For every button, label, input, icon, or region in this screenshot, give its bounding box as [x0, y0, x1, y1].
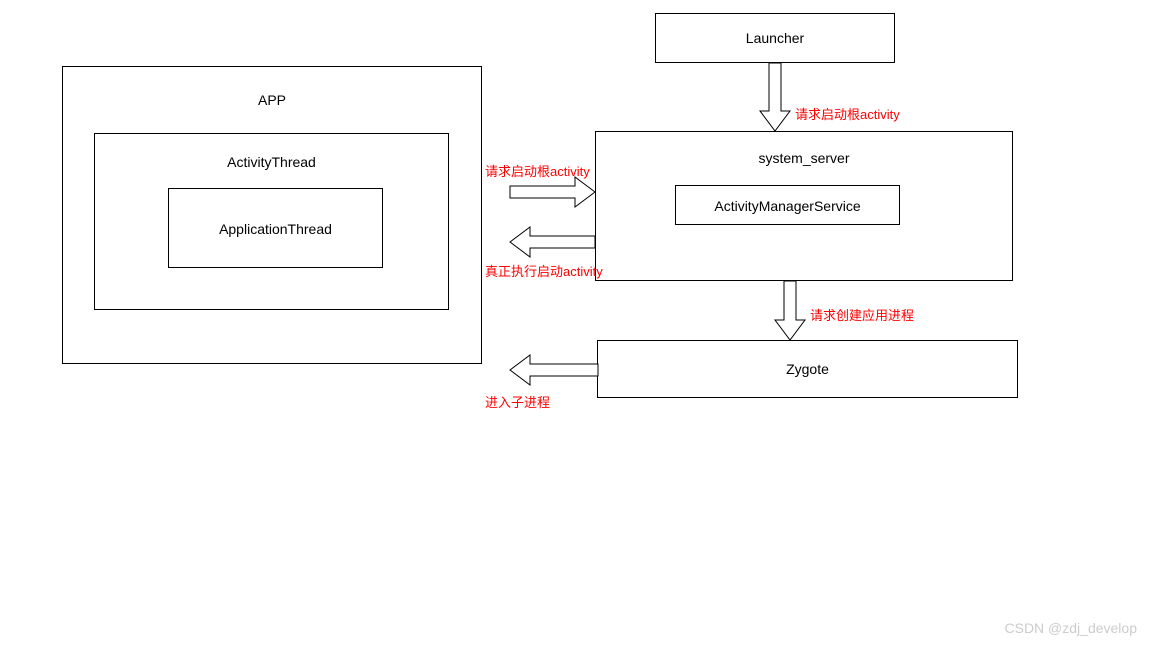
- application-thread-box: ApplicationThread: [168, 188, 383, 268]
- application-thread-label: ApplicationThread: [169, 221, 382, 237]
- launcher-label: Launcher: [656, 30, 894, 46]
- arrow-launcher-to-system: [760, 63, 790, 131]
- ams-box: ActivityManagerService: [675, 185, 900, 225]
- arrow-system-to-app: [510, 227, 595, 257]
- watermark: CSDN @zdj_develop: [1005, 620, 1138, 636]
- arrow-system-to-zygote: [775, 281, 805, 340]
- app-label: APP: [63, 92, 481, 108]
- zygote-label: Zygote: [598, 361, 1017, 377]
- arrow-zygote-to-app: [510, 355, 598, 385]
- activity-thread-label: ActivityThread: [95, 154, 448, 170]
- label-system-to-app: 真正执行启动activity: [485, 261, 603, 280]
- label-system-to-zygote: 请求创建应用进程: [810, 305, 914, 324]
- label-zygote-to-app: 进入子进程: [485, 392, 550, 411]
- launcher-box: Launcher: [655, 13, 895, 63]
- system-server-label: system_server: [596, 150, 1012, 166]
- ams-label: ActivityManagerService: [676, 198, 899, 214]
- label-launcher-to-system: 请求启动根activity: [795, 104, 900, 123]
- arrow-app-to-system: [510, 177, 595, 207]
- zygote-box: Zygote: [597, 340, 1018, 398]
- label-app-to-system: 请求启动根activity: [485, 161, 590, 180]
